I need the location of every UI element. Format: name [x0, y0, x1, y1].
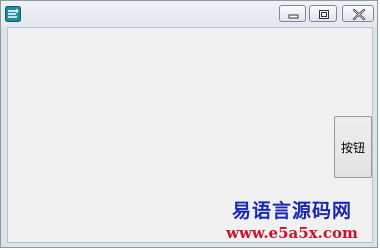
title-bar[interactable] [1, 1, 377, 27]
app-window: 按钮 [0, 0, 378, 248]
maximize-icon [319, 10, 329, 19]
app-logo-icon[interactable] [5, 6, 21, 22]
main-button-label: 按钮 [340, 140, 365, 155]
close-icon [352, 8, 366, 21]
minimize-icon [288, 14, 299, 19]
maximize-button[interactable] [309, 5, 337, 22]
close-button[interactable] [342, 5, 374, 22]
main-button[interactable]: 按钮 [334, 116, 372, 178]
client-area: 按钮 [7, 27, 373, 243]
minimize-button[interactable] [279, 5, 306, 22]
